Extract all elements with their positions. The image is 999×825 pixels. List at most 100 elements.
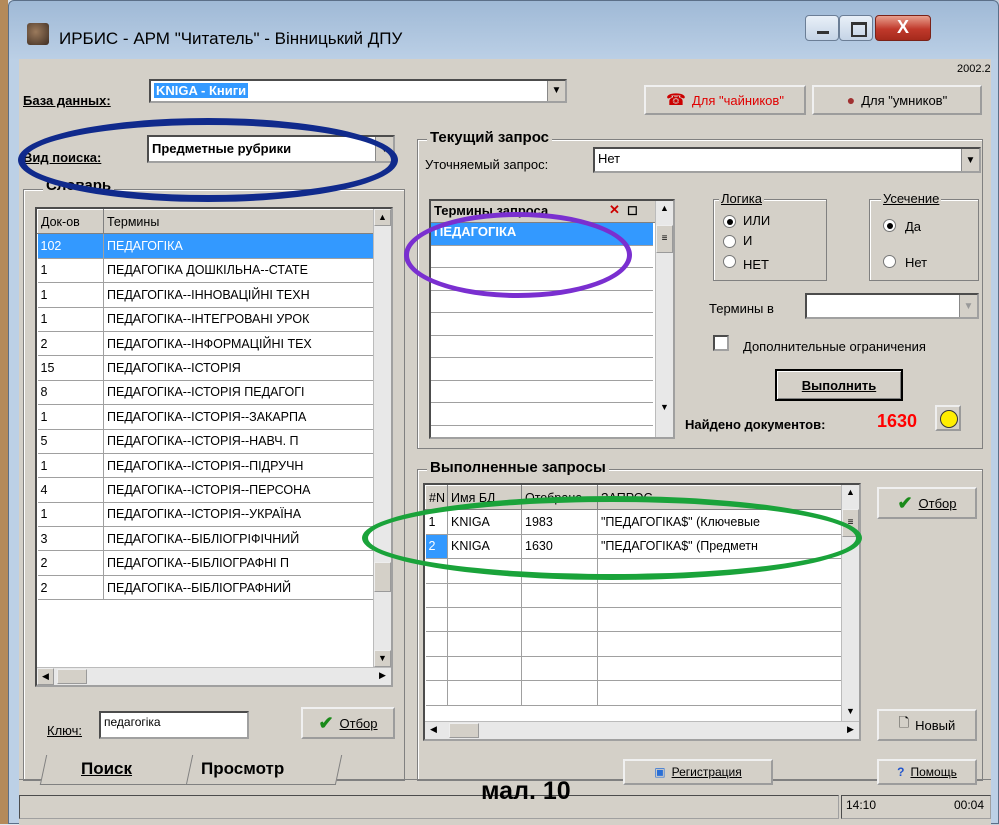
scroll-left-icon[interactable]: ◀ (37, 668, 54, 685)
executed-queries-grid[interactable]: #N Имя БД Отобрано ЗАПРОС 1 KNIGA 1983 "ПЕД… (423, 483, 861, 741)
truncation-no-radio[interactable] (883, 255, 896, 268)
dictionary-select-button[interactable]: ✔ Отбор (301, 707, 395, 739)
table-row[interactable]: 8 ПЕДАГОГІКА--ІСТОРІЯ ПЕДАГОГІ (37, 380, 377, 406)
list-item[interactable] (431, 291, 653, 313)
minimize-button[interactable] (805, 15, 839, 41)
maximize-button[interactable] (839, 15, 873, 41)
table-row[interactable] (425, 656, 843, 682)
scroll-down-icon[interactable]: ▼ (656, 400, 673, 417)
table-row[interactable]: 1 KNIGA 1983 "ПЕДАГОГІКА$" (Ключевые (425, 509, 843, 535)
execute-button[interactable]: Выполнить (775, 369, 903, 401)
logic-not-radio[interactable] (723, 255, 736, 268)
chevron-down-icon[interactable] (375, 137, 393, 161)
table-row[interactable]: 5 ПЕДАГОГІКА--ІСТОРІЯ--НАВЧ. П (37, 429, 377, 454)
col-n-header[interactable]: #N (425, 485, 448, 511)
table-row[interactable]: 3 ПЕДАГОГІКА--БІБЛІОГРІФІЧНИЙ (37, 526, 377, 552)
smiley-icon[interactable] (935, 405, 961, 431)
table-row[interactable]: 15 ПЕДАГОГІКА--ІСТОРІЯ (37, 355, 377, 381)
dictionary-grid[interactable]: Док-ов Термины 102 ПЕДАГОГІКА 1 ПЕДАГОГІКА … (35, 207, 393, 687)
scroll-right-icon[interactable]: ▶ (842, 722, 859, 739)
close-button[interactable]: X (875, 15, 931, 41)
chevron-down-icon[interactable] (959, 295, 977, 317)
scroll-thumb[interactable]: ≡ (842, 509, 859, 537)
table-row[interactable]: 1 ПЕДАГОГІКА--ІСТОРІЯ--УКРАЇНА (37, 502, 377, 528)
tab-search[interactable]: Поиск (81, 759, 132, 779)
table-row[interactable]: 2 ПЕДАГОГІКА--БІБЛІОГРАФНІ П (37, 550, 377, 576)
tab-view[interactable]: Просмотр (201, 759, 284, 779)
database-select[interactable]: KNIGA - Книги (149, 79, 567, 103)
table-row[interactable] (425, 607, 843, 633)
register-button[interactable]: ▣ Регистрация (623, 759, 773, 785)
chevron-down-icon[interactable] (961, 149, 979, 171)
table-row[interactable]: 1 ПЕДАГОГІКА--ІСТОРІЯ--ПІДРУЧН (37, 453, 377, 479)
term-cell: ПЕДАГОГІКА--ІНФОРМАЦІЙНІ ТЕХ (103, 331, 377, 357)
table-row[interactable]: 102 ПЕДАГОГІКА (37, 233, 377, 259)
search-type-select[interactable]: Предметные рубрики (147, 135, 395, 163)
list-item[interactable] (431, 246, 653, 268)
col-docs-header[interactable]: Док-ов (37, 209, 104, 235)
scroll-up-icon[interactable]: ▲ (656, 201, 673, 218)
table-row[interactable] (425, 680, 843, 706)
list-item[interactable]: ПЕДАГОГІКА (431, 223, 653, 246)
col-db-header[interactable]: Имя БД (447, 485, 522, 511)
hscroll-thumb[interactable] (57, 669, 87, 684)
table-row[interactable]: 1 ПЕДАГОГІКА--ІННОВАЦІЙНІ ТЕХН (37, 282, 377, 308)
table-row[interactable]: 2 ПЕДАГОГІКА--БІБЛІОГРАФНИЙ (37, 575, 377, 601)
new-query-button[interactable]: 🗋 Новый (877, 709, 977, 741)
scroll-down-icon[interactable]: ▼ (842, 704, 859, 721)
scroll-up-icon[interactable]: ▲ (842, 485, 859, 502)
dummies-mode-button[interactable]: ☎ Для "чайников" (644, 85, 806, 115)
col-query-header[interactable]: ЗАПРОС (597, 485, 843, 511)
col-terms-header[interactable]: Термины (103, 209, 377, 235)
logic-and-radio[interactable] (723, 235, 736, 248)
term-cell: ПЕДАГОГІКА--ІСТОРІЯ--НАВЧ. П (103, 429, 377, 454)
key-input[interactable]: педагогіка (99, 711, 249, 739)
table-row[interactable]: 1 ПЕДАГОГІКА ДОШКІЛЬНА--СТАТЕ (37, 258, 377, 284)
scroll-left-icon[interactable]: ◀ (425, 722, 442, 739)
table-row[interactable] (425, 583, 843, 608)
list-item[interactable] (431, 336, 653, 358)
scroll-up-icon[interactable]: ▲ (374, 209, 391, 226)
list-item[interactable] (431, 313, 653, 336)
table-row[interactable]: 4 ПЕДАГОГІКА--ІСТОРІЯ--ПЕРСОНА (37, 477, 377, 503)
terms-in-select[interactable] (805, 293, 979, 319)
scroll-thumb[interactable]: ≡ (656, 225, 673, 253)
term-cell: ПЕДАГОГІКА--ІСТОРІЯ--ПІДРУЧН (103, 453, 377, 479)
title-bar[interactable]: ИРБИС - АРМ "Читатель" - Вінницький ДПУ … (9, 1, 998, 57)
hscroll-thumb[interactable] (449, 723, 479, 738)
scroll-thumb[interactable] (374, 562, 391, 592)
smart-mode-button[interactable]: ● Для "умников" (812, 85, 982, 115)
help-button[interactable]: ? Помощь (877, 759, 977, 785)
list-item[interactable] (431, 381, 653, 403)
n-cell (425, 607, 448, 633)
executed-vscroll[interactable]: ▲ ≡ ▼ (841, 485, 859, 721)
table-row[interactable]: 2 ПЕДАГОГІКА--ІНФОРМАЦІЙНІ ТЕХ (37, 331, 377, 357)
table-row[interactable] (425, 558, 843, 584)
refine-query-select[interactable]: Нет (593, 147, 981, 173)
query-terms-vscroll[interactable]: ▲ ≡ ▼ (655, 201, 673, 437)
db-cell (447, 656, 522, 682)
list-item[interactable] (431, 403, 653, 426)
scroll-right-icon[interactable]: ▶ (374, 668, 391, 685)
executed-select-button[interactable]: ✔ Отбор (877, 487, 977, 519)
delete-term-icon[interactable]: ✕ (609, 202, 620, 218)
docs-count-cell: 8 (37, 380, 104, 406)
copy-term-icon[interactable]: ◻ (627, 202, 638, 218)
list-item[interactable] (431, 358, 653, 381)
table-row[interactable]: 2 KNIGA 1630 "ПЕДАГОГІКА$" (Предметн (425, 534, 843, 560)
truncation-yes-radio[interactable] (883, 219, 896, 232)
term-cell: ПЕДАГОГІКА--ІСТОРІЯ--ПЕРСОНА (103, 477, 377, 503)
chevron-down-icon[interactable] (547, 81, 565, 101)
scroll-down-icon[interactable]: ▼ (374, 650, 391, 667)
query-terms-grid[interactable]: Термины запроса ✕ ◻ ПЕДАГОГІКА ▲ ≡ ▼ (429, 199, 675, 439)
dictionary-hscroll[interactable]: ◀ ▶ (37, 667, 391, 685)
list-item[interactable] (431, 268, 653, 291)
dictionary-vscroll[interactable]: ▲ ▼ (373, 209, 391, 667)
logic-or-radio[interactable] (723, 215, 736, 228)
executed-hscroll[interactable]: ◀ ▶ (425, 721, 859, 739)
table-row[interactable]: 1 ПЕДАГОГІКА--ІСТОРІЯ--ЗАКАРПА (37, 404, 377, 430)
extra-limits-checkbox[interactable] (713, 335, 729, 351)
table-row[interactable] (425, 631, 843, 657)
col-count-header[interactable]: Отобрано (521, 485, 598, 511)
table-row[interactable]: 1 ПЕДАГОГІКА--ІНТЕГРОВАНІ УРОК (37, 307, 377, 332)
